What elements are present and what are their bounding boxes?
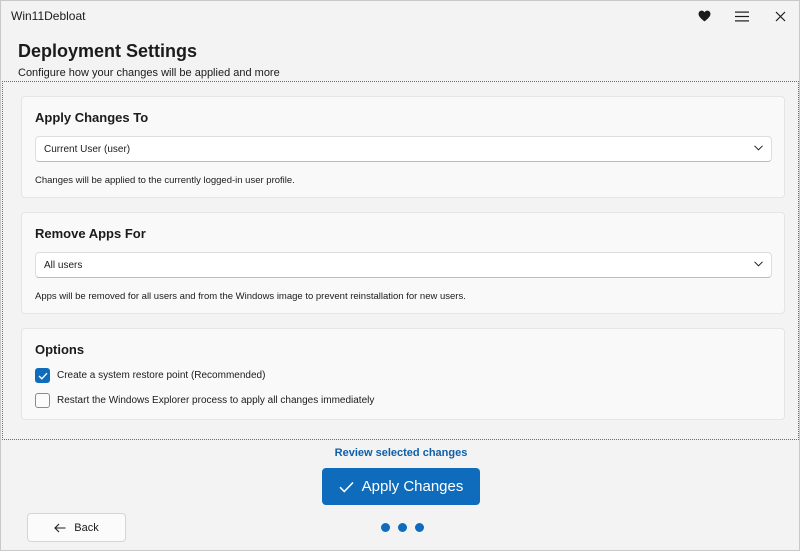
apply-changes-to-dropdown[interactable]: Current User (user): [35, 136, 772, 162]
restore-point-option[interactable]: Create a system restore point (Recommend…: [35, 368, 265, 383]
back-button[interactable]: Back: [27, 513, 126, 542]
options-card: Options Create a system restore point (R…: [21, 328, 785, 420]
heart-button[interactable]: [689, 5, 719, 27]
remove-apps-for-description: Apps will be removed for all users and f…: [35, 291, 466, 302]
step-dot: [415, 523, 424, 532]
restore-point-checkbox[interactable]: [35, 368, 50, 383]
step-indicator: [381, 523, 424, 532]
restart-explorer-option[interactable]: Restart the Windows Explorer process to …: [35, 393, 374, 408]
restore-point-label: Create a system restore point (Recommend…: [57, 370, 266, 381]
remove-apps-for-card: Remove Apps For All users Apps will be r…: [21, 212, 785, 314]
remove-apps-for-value: All users: [44, 260, 83, 271]
checkmark-icon: [38, 372, 48, 380]
apply-changes-button[interactable]: Apply Changes: [322, 468, 480, 505]
apply-changes-to-value: Current User (user): [44, 144, 131, 155]
apply-changes-to-title: Apply Changes To: [35, 110, 149, 125]
apply-changes-to-card: Apply Changes To Current User (user) Cha…: [21, 96, 785, 198]
apply-changes-to-description: Changes will be applied to the currently…: [35, 175, 295, 186]
options-title: Options: [35, 342, 85, 357]
close-button[interactable]: [765, 5, 795, 27]
apply-changes-label: Apply Changes: [361, 478, 464, 495]
hamburger-menu-icon: [735, 11, 749, 21]
heart-icon: [698, 10, 710, 22]
remove-apps-for-dropdown[interactable]: All users: [35, 252, 772, 278]
arrow-left-icon: [54, 523, 66, 532]
step-dot: [381, 523, 390, 532]
settings-scroll-area[interactable]: Apply Changes To Current User (user) Cha…: [2, 81, 799, 440]
restart-explorer-label: Restart the Windows Explorer process to …: [57, 395, 375, 406]
chevron-down-icon: [754, 145, 763, 151]
title-bar: Win11Debloat: [1, 1, 799, 31]
app-title: Win11Debloat: [11, 9, 86, 23]
back-label: Back: [74, 521, 99, 534]
page-title: Deployment Settings: [18, 41, 198, 61]
menu-button[interactable]: [727, 5, 757, 27]
checkmark-icon: [339, 481, 354, 493]
chevron-down-icon: [754, 261, 763, 267]
close-icon: [775, 11, 785, 21]
step-dot: [398, 523, 407, 532]
remove-apps-for-title: Remove Apps For: [35, 226, 146, 241]
review-selected-changes-link[interactable]: Review selected changes: [1, 447, 800, 459]
restart-explorer-checkbox[interactable]: [35, 393, 50, 408]
app-window: Win11Debloat Deployment Settings Configu…: [0, 0, 800, 551]
page-subtitle: Configure how your changes will be appli…: [18, 67, 280, 79]
